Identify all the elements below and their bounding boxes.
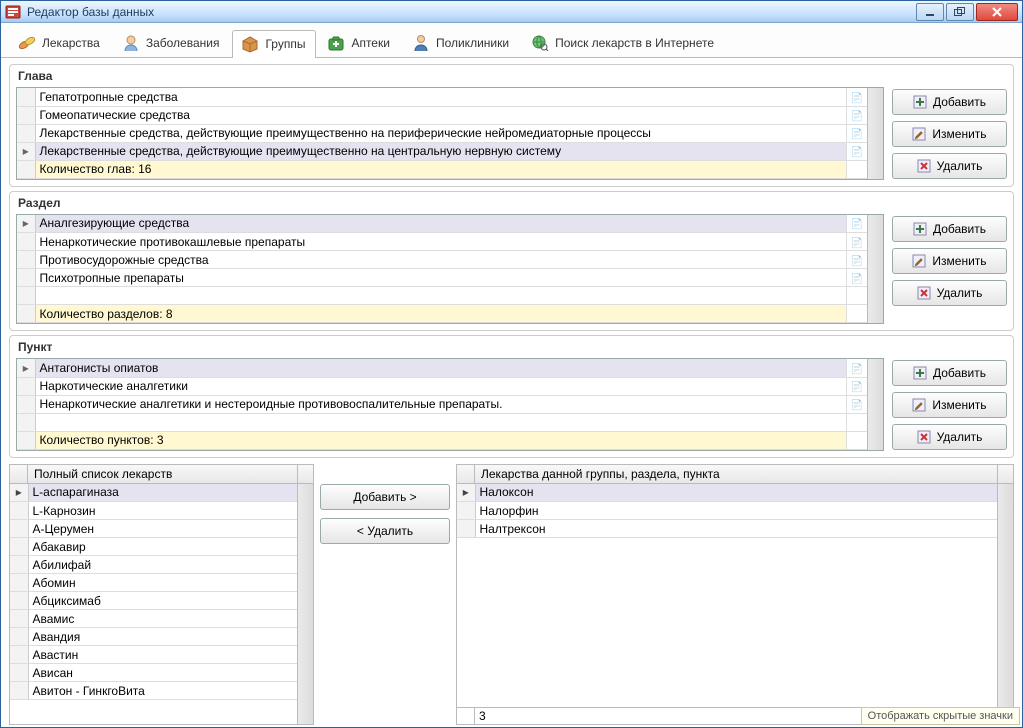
table-row [17, 413, 867, 431]
delete-icon [917, 286, 931, 300]
edit-icon [912, 398, 926, 412]
list-item: Авандия [10, 628, 297, 646]
globe-search-icon [531, 34, 549, 52]
add-to-group-button[interactable]: Добавить > [320, 484, 450, 510]
list-item: Налтрексон [457, 520, 997, 538]
table-row [17, 287, 867, 305]
table-row: Гепатотропные средства [17, 88, 867, 106]
item-section: Пункт ▸Антагонисты опиатов Наркотические… [9, 335, 1014, 458]
table-row: Ненаркотические противокашлевые препарат… [17, 233, 867, 251]
edit-icon [912, 127, 926, 141]
list-item: А-Церумен [10, 520, 297, 538]
chapter-edit-button[interactable]: Изменить [892, 121, 1007, 147]
tab-label: Группы [265, 37, 305, 51]
table-footer: Количество глав: 16 [17, 160, 867, 178]
full-list-panel: Полный список лекарств ▸L-аспарагиназа L… [9, 464, 314, 726]
list-item: Налорфин [457, 502, 997, 520]
item-add-button[interactable]: Добавить [892, 360, 1007, 386]
tab-pharmacies[interactable]: Аптеки [318, 29, 401, 57]
patient-icon [122, 34, 140, 52]
item-delete-button[interactable]: Удалить [892, 424, 1007, 450]
section-grid[interactable]: ▸Аналгезирующие средства Ненаркотические… [17, 215, 867, 324]
list-item: Ависан [10, 664, 297, 682]
section-edit-button[interactable]: Изменить [892, 248, 1007, 274]
list-item: Авамис [10, 610, 297, 628]
list-item: L-Карнозин [10, 502, 297, 520]
tab-label: Заболевания [146, 36, 220, 50]
titlebar: Редактор базы данных [1, 1, 1022, 23]
tab-bar: Лекарства Заболевания Группы Аптеки Поли… [1, 23, 1022, 58]
scrollbar[interactable] [867, 359, 883, 450]
table-row: ▸Антагонисты опиатов [17, 359, 867, 377]
table-row: Ненаркотические аналгетики и нестероидны… [17, 395, 867, 413]
add-icon [913, 95, 927, 109]
tab-medicines[interactable]: Лекарства [9, 29, 111, 57]
tray-hint: Отображать скрытые значки [861, 707, 1020, 725]
table-row: Противосудорожные средства [17, 251, 867, 269]
tab-label: Поиск лекарств в Интернете [555, 36, 714, 50]
section-add-button[interactable]: Добавить [892, 216, 1007, 242]
list-item: Авитон - ГинкгоВита [10, 682, 297, 700]
section-delete-button[interactable]: Удалить [892, 280, 1007, 306]
list-item: Авастин [10, 646, 297, 664]
edit-icon [912, 254, 926, 268]
remove-from-group-button[interactable]: < Удалить [320, 518, 450, 544]
maximize-button[interactable] [946, 3, 974, 21]
chapter-title: Глава [16, 65, 1007, 87]
item-grid[interactable]: ▸Антагонисты опиатов Наркотические аналг… [17, 359, 867, 450]
scrollbar[interactable] [867, 215, 883, 324]
tab-web-search[interactable]: Поиск лекарств в Интернете [522, 29, 725, 57]
tab-groups[interactable]: Группы [232, 30, 316, 58]
table-footer: Количество разделов: 8 [17, 305, 867, 323]
list-item: ▸Налоксон [457, 484, 997, 502]
table-footer: Количество пунктов: 3 [17, 431, 867, 449]
window-title: Редактор базы данных [27, 5, 916, 19]
tab-label: Поликлиники [436, 36, 509, 50]
add-icon [913, 222, 927, 236]
medkit-icon [327, 34, 345, 52]
close-button[interactable] [976, 3, 1018, 21]
item-title: Пункт [16, 336, 1007, 358]
section-section: Раздел ▸Аналгезирующие средства Ненаркот… [9, 191, 1014, 332]
table-row: ▸Лекарственные средства, действующие пре… [17, 142, 867, 160]
chapter-grid[interactable]: Гепатотропные средства Гомеопатические с… [17, 88, 867, 179]
full-list-header: Полный список лекарств [28, 465, 297, 483]
group-list-panel: Лекарства данной группы, раздела, пункта… [456, 464, 1014, 726]
add-icon [913, 366, 927, 380]
doctor-icon [412, 34, 430, 52]
scrollbar[interactable] [997, 484, 1013, 708]
table-row: Психотропные препараты [17, 269, 867, 287]
group-list-grid[interactable]: ▸Налоксон Налорфин Налтрексон [457, 484, 997, 708]
app-icon [5, 4, 21, 20]
chapter-delete-button[interactable]: Удалить [892, 153, 1007, 179]
tab-label: Аптеки [351, 36, 390, 50]
table-row: Гомеопатические средства [17, 106, 867, 124]
box-icon [241, 35, 259, 53]
chapter-section: Глава Гепатотропные средства Гомеопатиче… [9, 64, 1014, 187]
full-list-grid[interactable]: ▸L-аспарагиназа L-Карнозин А-Церумен Аба… [10, 484, 297, 725]
group-list-header: Лекарства данной группы, раздела, пункта [475, 465, 997, 483]
minimize-button[interactable] [916, 3, 944, 21]
table-row: Наркотические аналгетики [17, 377, 867, 395]
scrollbar[interactable] [297, 484, 313, 725]
tab-clinics[interactable]: Поликлиники [403, 29, 520, 57]
scrollbar[interactable] [867, 88, 883, 179]
list-item: ▸L-аспарагиназа [10, 484, 297, 502]
tab-label: Лекарства [42, 36, 100, 50]
item-edit-button[interactable]: Изменить [892, 392, 1007, 418]
list-item: Абилифай [10, 556, 297, 574]
list-item: Абакавир [10, 538, 297, 556]
table-row: ▸Аналгезирующие средства [17, 215, 867, 233]
section-title: Раздел [16, 192, 1007, 214]
list-item: Абциксимаб [10, 592, 297, 610]
table-row: Лекарственные средства, действующие преи… [17, 124, 867, 142]
pills-icon [18, 34, 36, 52]
list-item: Абомин [10, 574, 297, 592]
delete-icon [917, 159, 931, 173]
tab-diseases[interactable]: Заболевания [113, 29, 231, 57]
chapter-add-button[interactable]: Добавить [892, 89, 1007, 115]
delete-icon [917, 430, 931, 444]
